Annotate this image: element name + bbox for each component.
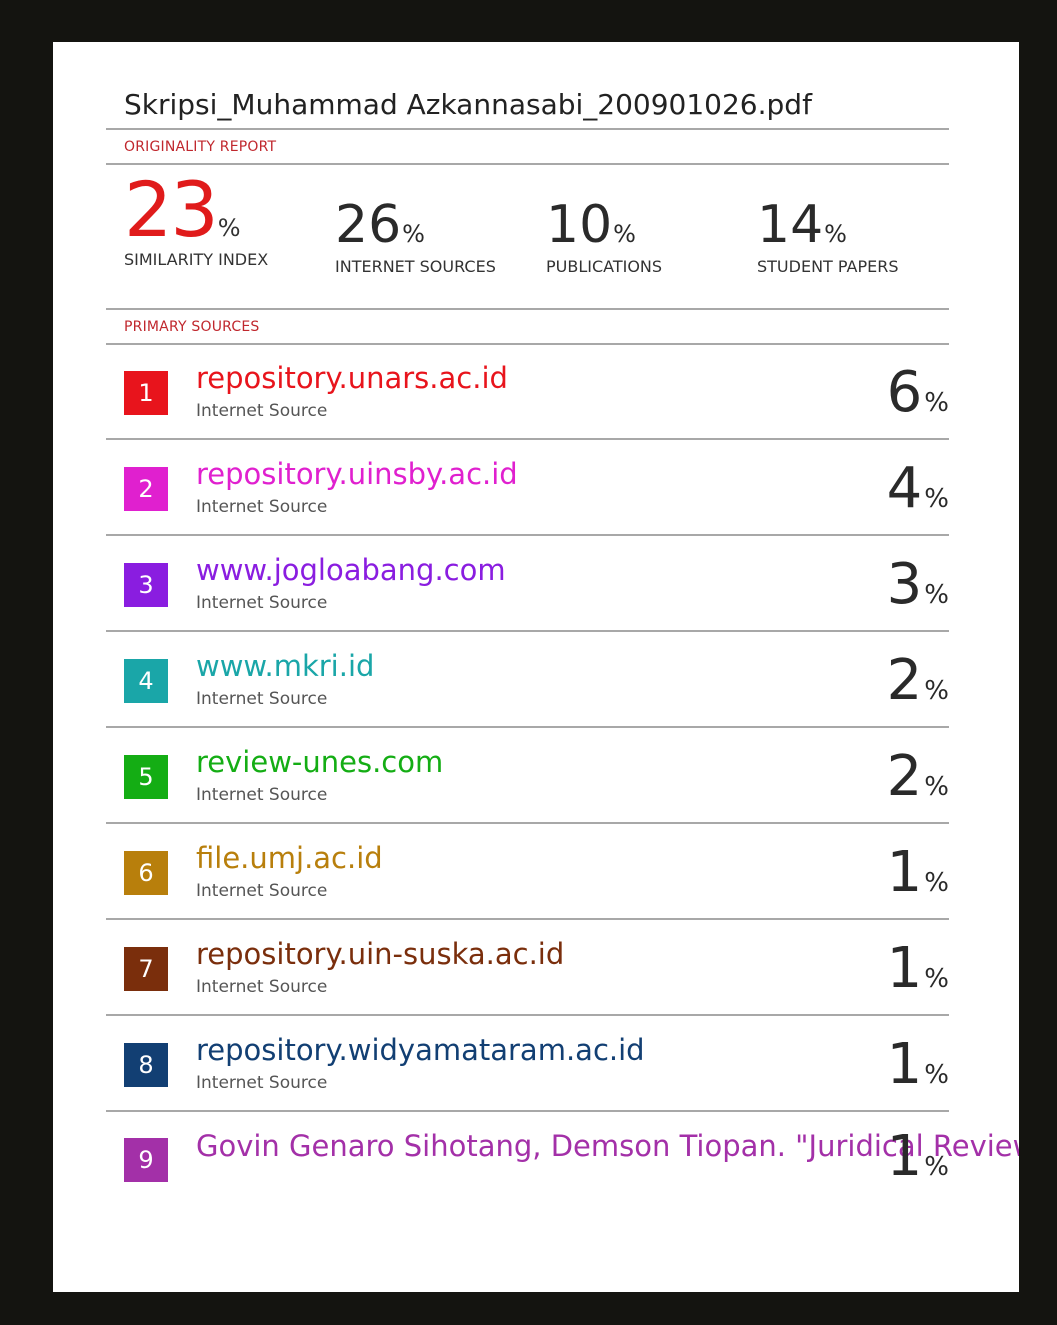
source-type-label: Internet Source — [196, 1073, 328, 1093]
source-title-link[interactable]: Govin Genaro Sihotang, Demson Tiopan. "J… — [196, 1127, 1019, 1166]
similarity-index-stat: 23% SIMILARITY INDEX — [124, 165, 269, 270]
student-papers-label: STUDENT PAPERS — [757, 257, 899, 276]
source-rank-badge: 4 — [124, 659, 168, 703]
source-type-label: Internet Source — [196, 977, 328, 997]
source-row: 3 www.jogloabang.com Internet Source 3% — [106, 537, 949, 632]
source-title-link[interactable]: repository.unars.ac.id — [196, 361, 508, 395]
publications-value: 10% — [546, 195, 636, 255]
source-type-label: Internet Source — [196, 401, 328, 421]
source-match-percent: 2% — [886, 744, 949, 809]
publications-stat: 10% PUBLICATIONS — [546, 199, 662, 276]
primary-sources-label: PRIMARY SOURCES — [124, 319, 260, 335]
row-divider — [106, 726, 949, 728]
internet-sources-stat: 26% INTERNET SOURCES — [335, 199, 496, 276]
divider — [106, 308, 949, 310]
source-match-percent: 2% — [886, 648, 949, 713]
row-divider — [106, 630, 949, 632]
divider — [106, 163, 949, 165]
source-title-link[interactable]: repository.uin-suska.ac.id — [196, 937, 564, 971]
source-type-label: Internet Source — [196, 881, 328, 901]
document-filename: Skripsi_Muhammad Azkannasabi_200901026.p… — [124, 88, 812, 121]
row-divider — [106, 918, 949, 920]
internet-sources-label: INTERNET SOURCES — [335, 257, 496, 276]
source-rank-badge: 2 — [124, 467, 168, 511]
source-row: 6 file.umj.ac.id Internet Source 1% — [106, 825, 949, 920]
internet-sources-value: 26% — [335, 195, 425, 255]
source-title-link[interactable]: www.mkri.id — [196, 649, 374, 683]
source-row: 1 repository.unars.ac.id Internet Source 6% — [106, 345, 949, 440]
divider — [106, 128, 949, 130]
source-row: 5 review-unes.com Internet Source 2% — [106, 729, 949, 824]
source-title-link[interactable]: repository.widyamataram.ac.id — [196, 1033, 645, 1067]
source-match-percent: 3% — [886, 552, 949, 617]
source-row: 8 repository.widyamataram.ac.id Internet S… — [106, 1017, 949, 1112]
source-match-percent: 4% — [886, 456, 949, 521]
row-divider — [106, 822, 949, 824]
similarity-index-label: SIMILARITY INDEX — [124, 250, 269, 269]
source-row: 4 www.mkri.id Internet Source 2% — [106, 633, 949, 728]
row-divider — [106, 438, 949, 440]
source-title-link[interactable]: www.jogloabang.com — [196, 553, 506, 587]
student-papers-value: 14% — [757, 195, 847, 255]
source-type-label: Internet Source — [196, 497, 328, 517]
report-page: Skripsi_Muhammad Azkannasabi_200901026.p… — [53, 42, 1019, 1292]
source-match-percent: 1% — [886, 936, 949, 1001]
publications-label: PUBLICATIONS — [546, 257, 663, 276]
source-rank-badge: 8 — [124, 1043, 168, 1087]
row-divider — [106, 534, 949, 536]
row-divider — [106, 1014, 949, 1016]
source-match-percent: 1% — [886, 1032, 949, 1097]
row-divider — [106, 1110, 949, 1112]
source-row: 9 Govin Genaro Sihotang, Demson Tiopan. "… — [106, 1113, 1019, 1292]
source-rank-badge: 1 — [124, 371, 168, 415]
source-rank-badge: 6 — [124, 851, 168, 895]
source-type-label: Internet Source — [196, 785, 328, 805]
source-row: 2 repository.uinsby.ac.id Internet Source 4… — [106, 441, 949, 536]
student-papers-stat: 14% STUDENT PAPERS — [757, 199, 899, 276]
similarity-index-value: 23% — [124, 165, 241, 254]
source-match-percent: 1% — [886, 840, 949, 905]
source-title-link[interactable]: review-unes.com — [196, 745, 443, 779]
source-type-label: Internet Source — [196, 593, 328, 613]
source-rank-badge: 9 — [124, 1138, 168, 1182]
source-type-label: Internet Source — [196, 689, 328, 709]
originality-report-label: ORIGINALITY REPORT — [124, 139, 277, 155]
source-match-percent: 6% — [886, 360, 949, 425]
source-rank-badge: 7 — [124, 947, 168, 991]
source-title-link[interactable]: file.umj.ac.id — [196, 841, 383, 875]
source-rank-badge: 3 — [124, 563, 168, 607]
source-rank-badge: 5 — [124, 755, 168, 799]
source-match-percent: 1% — [886, 1124, 949, 1189]
source-title-link[interactable]: repository.uinsby.ac.id — [196, 457, 518, 491]
source-row: 7 repository.uin-suska.ac.id Internet Sour… — [106, 921, 949, 1016]
